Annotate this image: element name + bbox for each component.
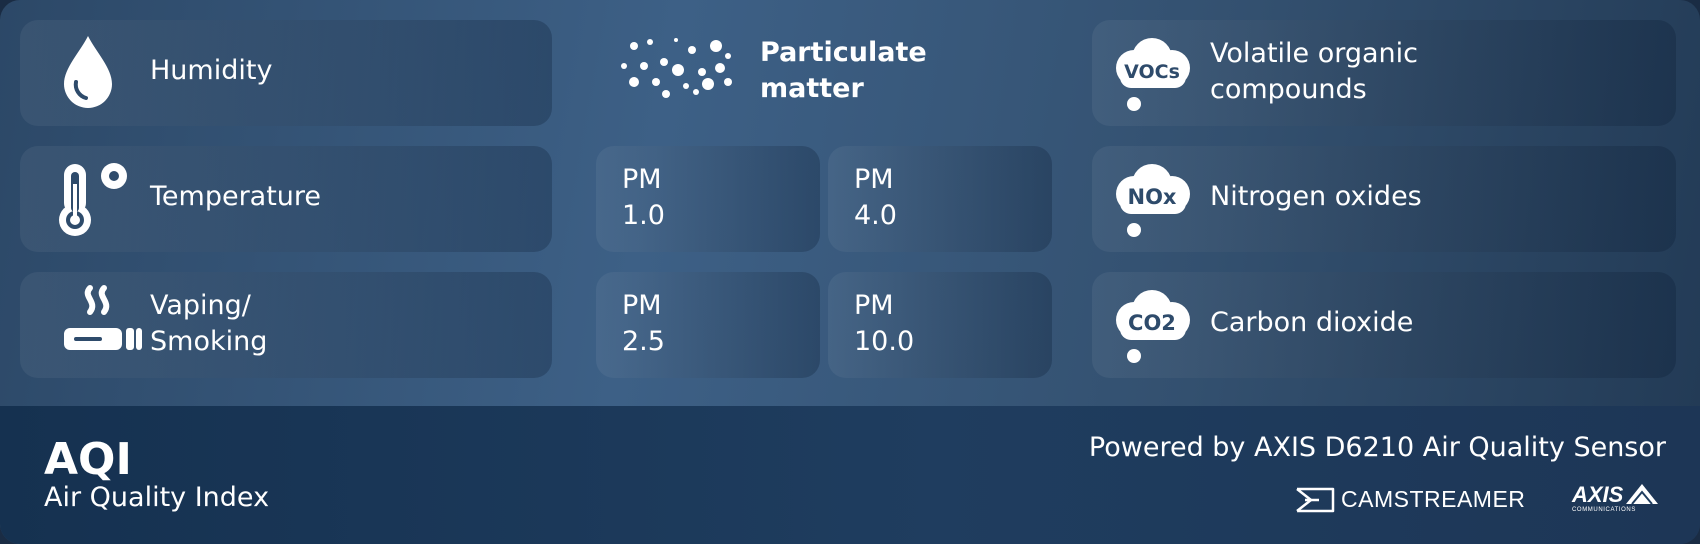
camstreamer-logo-text: CAMSTREAMER [1341,486,1526,512]
pm-value: 1.0 [622,200,665,231]
vaping-line2: Smoking [150,326,268,357]
aqi-title: AQI [44,434,132,485]
pm-label: PM [854,290,894,321]
nox-cloud-icon: NOx [1116,164,1190,237]
camstreamer-logo: CAMSTREAMER [1295,486,1525,513]
humidity-label: Humidity [150,55,273,86]
vaping-card: Vaping/ Smoking [20,272,552,378]
vaping-label: Vaping/ Smoking [150,288,267,360]
co2-cloud-icon: CO2 [1116,290,1190,363]
co2-label: Carbon dioxide [1210,307,1414,338]
pm-label: PM [622,164,662,195]
particulate-line1: Particulate [760,37,927,68]
axis-triangle-icon [1626,484,1658,505]
humidity-card: Humidity [20,20,552,126]
camstreamer-logo-mark [1296,487,1335,512]
co2-card: CO2 Carbon dioxide [1092,272,1676,378]
vape-icon [64,285,142,350]
voc-line2: compounds [1210,74,1367,105]
particulate-title: Particulate matter [760,35,927,107]
nox-label: Nitrogen oxides [1210,181,1422,212]
particles-icon [621,38,732,98]
voc-line1: Volatile organic [1210,38,1419,69]
temperature-label: Temperature [150,181,322,212]
temperature-card: Temperature [20,146,552,252]
droplet-icon [64,36,112,108]
pm-10-0-tile: PM 10.0 [828,272,1052,378]
co2-icon-text: CO2 [1128,311,1176,335]
vaping-line1: Vaping/ [150,290,251,321]
footer: AQI Air Quality Index Powered by AXIS D6… [0,406,1700,544]
voc-label: Volatile organic compounds [1210,36,1418,108]
powered-by-text: Powered by AXIS D6210 Air Quality Sensor [1088,432,1666,463]
voc-icon-text: VOCs [1124,61,1180,83]
axis-logo: AXIS COMMUNICATIONS [1572,482,1664,516]
pm-2-5-tile: PM 2.5 [596,272,820,378]
aqi-subtitle: Air Quality Index [44,482,270,513]
voc-cloud-icon: VOCs [1116,38,1190,111]
pm-label: PM [854,164,894,195]
particulate-line2: matter [760,73,864,104]
nox-icon-text: NOx [1128,185,1177,209]
aqi-panel: Humidity Temperature Vaping/ Smoking Par… [0,0,1700,544]
thermometer-icon [59,163,127,236]
voc-card: VOCs Volatile organic compounds [1092,20,1676,126]
pm-label: PM [622,290,662,321]
pm-value: 10.0 [854,326,915,357]
pm-value: 4.0 [854,200,897,231]
pm-value: 2.5 [622,326,665,357]
pm-4-0-tile: PM 4.0 [828,146,1052,252]
axis-logo-subtext: COMMUNICATIONS [1572,507,1636,513]
axis-logo-text: AXIS [1572,482,1624,507]
nox-card: NOx Nitrogen oxides [1092,146,1676,252]
pm-1-0-tile: PM 1.0 [596,146,820,252]
